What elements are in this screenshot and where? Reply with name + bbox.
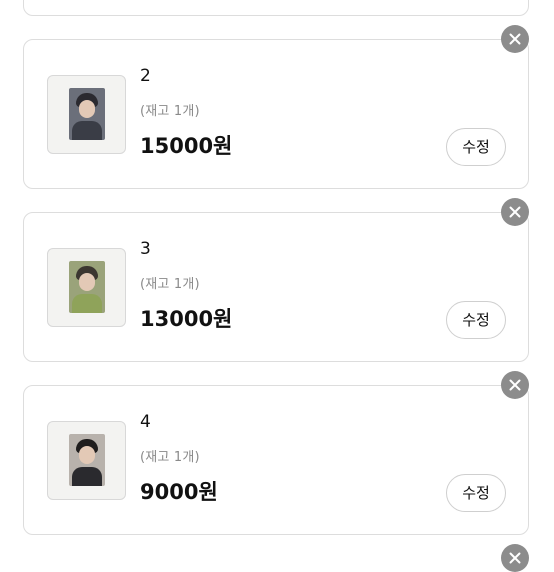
photo-face [79, 273, 95, 291]
item-stock: (재고 1개) [140, 104, 200, 119]
photocard-image [69, 434, 105, 486]
item-stock: (재고 1개) [140, 450, 200, 465]
close-icon [509, 33, 521, 45]
item-card: 4 (재고 1개) 9000원 수정 [23, 385, 529, 535]
item-thumbnail [47, 75, 126, 154]
edit-button[interactable]: 수정 [446, 128, 506, 166]
photocard-image [69, 261, 105, 313]
item-price: 13000원 [140, 307, 233, 331]
item-card: 2 (재고 1개) 15000원 수정 [23, 39, 529, 189]
item-price: 15000원 [140, 134, 233, 158]
photo-face [79, 100, 95, 118]
photocard-image [69, 88, 105, 140]
item-price: 9000원 [140, 480, 218, 504]
remove-item-button[interactable] [501, 198, 529, 226]
item-thumbnail [47, 248, 126, 327]
edit-button[interactable]: 수정 [446, 301, 506, 339]
item-card-partial-top [23, 0, 529, 16]
close-icon [509, 379, 521, 391]
photo-face [79, 446, 95, 464]
photo-body [72, 121, 102, 140]
edit-button[interactable]: 수정 [446, 474, 506, 512]
item-name: 4 [140, 412, 151, 432]
item-name: 2 [140, 66, 151, 86]
photo-body [72, 467, 102, 486]
remove-item-button[interactable] [501, 25, 529, 53]
close-icon [509, 206, 521, 218]
item-thumbnail [47, 421, 126, 500]
remove-item-button[interactable] [501, 371, 529, 399]
item-stock: (재고 1개) [140, 277, 200, 292]
remove-item-button[interactable] [501, 544, 529, 572]
photo-body [72, 294, 102, 313]
item-name: 3 [140, 239, 151, 259]
item-card: 3 (재고 1개) 13000원 수정 [23, 212, 529, 362]
